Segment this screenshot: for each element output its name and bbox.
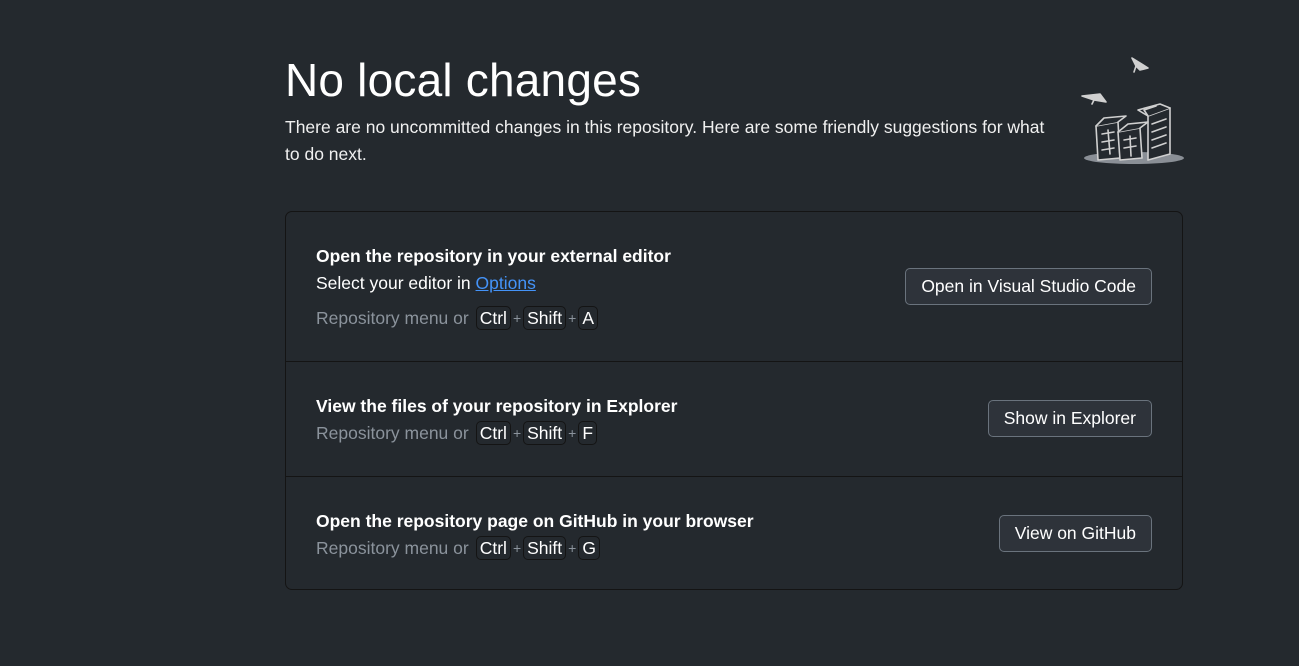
keyboard-shortcut: Repository menu or Ctrl + Shift + F bbox=[316, 421, 598, 445]
suggestions-panel: Open the repository in your external edi… bbox=[285, 211, 1183, 590]
key-ctrl: Ctrl bbox=[475, 421, 511, 445]
suggestion-title: View the files of your repository in Exp… bbox=[316, 396, 678, 416]
key-f: F bbox=[578, 421, 598, 445]
keyboard-shortcut: Repository menu or Ctrl + Shift + G bbox=[316, 536, 600, 560]
plus-separator: + bbox=[512, 540, 522, 556]
suggestion-show-explorer: View the files of your repository in Exp… bbox=[286, 362, 1182, 477]
key-shift: Shift bbox=[523, 536, 567, 560]
page-subtitle: There are no uncommitted changes in this… bbox=[285, 117, 1045, 164]
shortcut-prefix: Repository menu or bbox=[316, 308, 469, 328]
key-shift: Shift bbox=[523, 306, 567, 330]
key-g: G bbox=[578, 536, 600, 560]
plus-separator: + bbox=[568, 540, 577, 556]
empty-boxes-illustration-icon bbox=[1078, 54, 1188, 168]
key-a: A bbox=[578, 306, 599, 330]
key-shift: Shift bbox=[523, 421, 567, 445]
suggestion-title: Open the repository in your external edi… bbox=[316, 246, 671, 266]
keyboard-shortcut: Repository menu or Ctrl + Shift + A bbox=[316, 306, 599, 330]
suggestion-open-editor: Open the repository in your external edi… bbox=[286, 212, 1182, 362]
header: No local changes There are no uncommitte… bbox=[285, 52, 1045, 168]
shortcut-prefix: Repository menu or bbox=[316, 423, 469, 443]
show-in-explorer-button[interactable]: Show in Explorer bbox=[987, 400, 1152, 437]
plus-separator: + bbox=[512, 310, 522, 326]
open-in-vscode-button[interactable]: Open in Visual Studio Code bbox=[905, 268, 1152, 305]
shortcut-prefix: Repository menu or bbox=[316, 538, 469, 558]
key-ctrl: Ctrl bbox=[475, 536, 511, 560]
no-changes-view: No local changes There are no uncommitte… bbox=[0, 0, 1299, 666]
plus-separator: + bbox=[512, 425, 522, 441]
page-title: No local changes bbox=[285, 54, 642, 106]
view-on-github-button[interactable]: View on GitHub bbox=[998, 515, 1152, 552]
plus-separator: + bbox=[568, 425, 577, 441]
options-link[interactable]: Options bbox=[476, 273, 536, 293]
description-text: Select your editor in bbox=[316, 273, 476, 293]
plus-separator: + bbox=[568, 310, 577, 326]
key-ctrl: Ctrl bbox=[475, 306, 511, 330]
suggestion-title: Open the repository page on GitHub in yo… bbox=[316, 511, 754, 531]
suggestion-view-github: Open the repository page on GitHub in yo… bbox=[286, 477, 1182, 590]
suggestion-description: Select your editor in Options bbox=[316, 272, 536, 294]
